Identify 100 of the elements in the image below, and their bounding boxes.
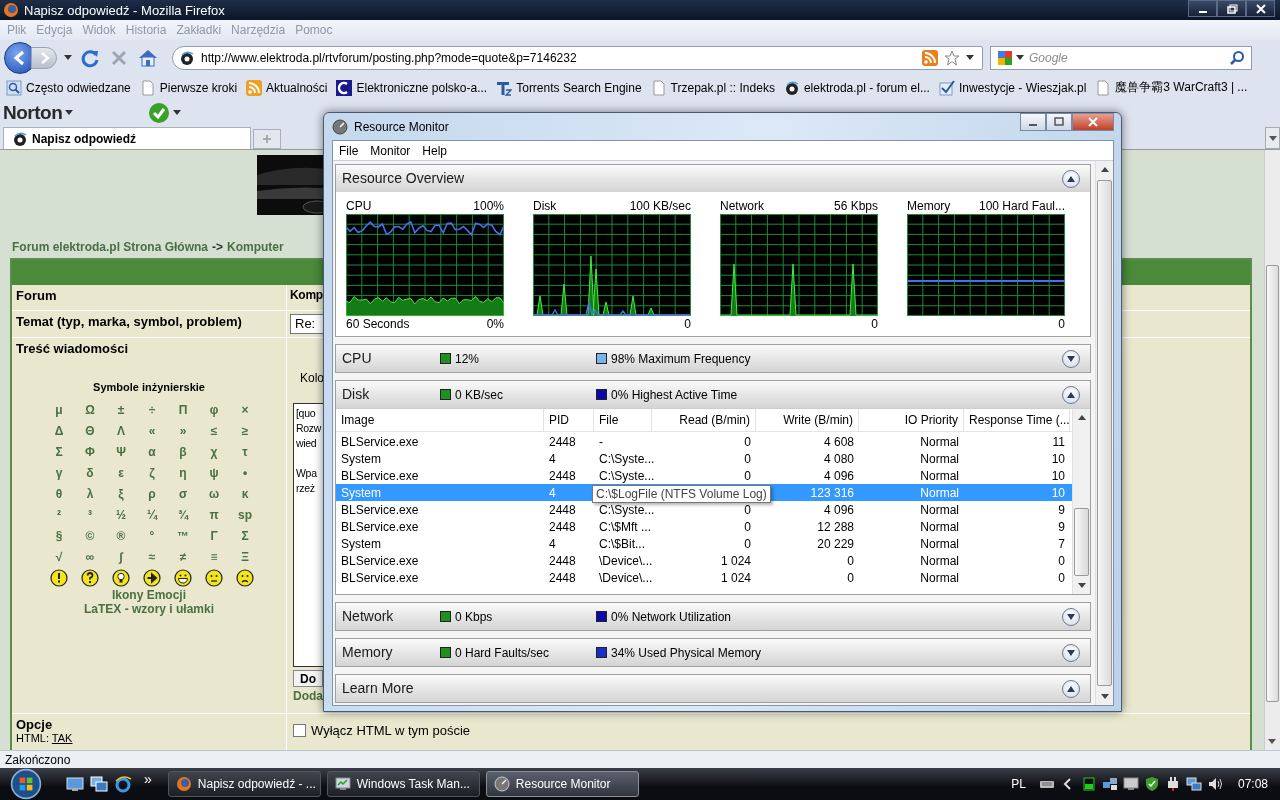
symbol-link[interactable]: ÷: [148, 402, 156, 417]
symbol-link[interactable]: ≡: [210, 549, 218, 564]
symbol-link[interactable]: ±: [117, 402, 125, 417]
column-header[interactable]: File: [594, 409, 652, 431]
minimize-button[interactable]: [1188, 0, 1217, 17]
clock[interactable]: 07:08: [1237, 777, 1268, 791]
scrollbar[interactable]: [1095, 161, 1113, 705]
scroll-up-icon[interactable]: [1100, 167, 1109, 172]
column-header[interactable]: Image: [336, 409, 544, 431]
menu-item[interactable]: Narzędzia: [226, 23, 291, 37]
symbol-link[interactable]: Ξ: [241, 549, 249, 564]
browser-tab[interactable]: Napisz odpowiedź: [3, 127, 251, 149]
symbol-link[interactable]: θ: [55, 486, 63, 501]
html-status-link[interactable]: TAK: [51, 732, 73, 744]
symbol-link[interactable]: ¾: [178, 507, 188, 522]
norton-logo[interactable]: Norton: [3, 101, 63, 124]
scroll-down-icon[interactable]: [1268, 739, 1276, 744]
search-input[interactable]: Google: [1027, 49, 1226, 66]
scrollbar[interactable]: [1072, 409, 1090, 594]
symbol-link[interactable]: δ: [86, 465, 94, 480]
symbol-link[interactable]: Γ: [210, 528, 218, 543]
add-link[interactable]: Doda: [293, 689, 323, 703]
column-header[interactable]: Read (B/min): [652, 409, 756, 431]
collapse-button[interactable]: [1062, 385, 1080, 404]
address-field[interactable]: http://www.elektroda.pl/rtvforum/posting.php?mode=quote&p=7146232: [172, 45, 983, 70]
bookmark[interactable]: Torrents Search Engine: [496, 79, 642, 96]
breadcrumb-link[interactable]: Forum elektroda.pl Strona Główna: [12, 240, 209, 254]
close-button[interactable]: [1246, 0, 1275, 17]
symbol-link[interactable]: γ: [55, 465, 63, 480]
symbol-link[interactable]: ψ: [209, 465, 219, 480]
symbol-link[interactable]: ω: [208, 486, 220, 501]
symbol-link[interactable]: Π: [178, 402, 188, 417]
section-header[interactable]: Learn More: [336, 675, 1090, 702]
scroll-down-icon[interactable]: [1100, 694, 1109, 699]
symbol-link[interactable]: ζ: [149, 465, 155, 480]
symbol-link[interactable]: §: [55, 528, 63, 543]
scroll-up-icon[interactable]: [1077, 415, 1086, 420]
exclamation-icon[interactable]: [50, 568, 68, 587]
symbol-link[interactable]: «: [148, 423, 156, 438]
search-bar[interactable]: Google: [990, 45, 1252, 70]
symbol-link[interactable]: Λ: [117, 423, 125, 438]
bookmark[interactable]: 魔兽争霸3 WarCraft3 | ...: [1095, 79, 1248, 96]
symbol-link[interactable]: Θ: [85, 423, 95, 438]
table-row[interactable]: BLService.exe 2448 C:\$Mft ... 0 12 288 Normal 9: [336, 518, 1072, 535]
symbol-link[interactable]: ²: [57, 507, 61, 522]
symbol-link[interactable]: ³: [88, 507, 92, 522]
table-row[interactable]: BLService.exe 2448 - 0 4 608 Normal 11: [336, 433, 1072, 450]
grin-icon[interactable]: [174, 568, 192, 587]
symbol-link[interactable]: ≠: [179, 549, 187, 564]
more-button[interactable]: »: [144, 771, 152, 787]
symbol-link[interactable]: σ: [178, 486, 188, 501]
symbol-link[interactable]: Ψ: [116, 444, 126, 459]
symbol-link[interactable]: α: [148, 444, 156, 459]
symbol-link[interactable]: ®: [116, 528, 126, 543]
section-header[interactable]: Disk 0 KB/sec 0% Highest Active Time: [336, 381, 1090, 408]
symbol-link[interactable]: ©: [85, 528, 95, 543]
symbol-link[interactable]: τ: [242, 444, 248, 459]
symbol-link[interactable]: Σ: [241, 528, 249, 543]
symbol-link[interactable]: Δ: [54, 423, 64, 438]
column-header[interactable]: Write (B/min): [756, 409, 859, 431]
desktop-icon[interactable]: [66, 775, 84, 793]
symbol-link[interactable]: ½: [116, 507, 126, 522]
help-link[interactable]: Ikony Emocji: [112, 588, 186, 602]
taskbar-button[interactable]: Napisz odpowiedź - ...: [167, 771, 321, 797]
menu-item[interactable]: Help: [416, 143, 454, 158]
symbol-link[interactable]: η: [179, 465, 187, 480]
bulb-icon[interactable]: [112, 568, 130, 587]
symbol-link[interactable]: ™: [177, 528, 189, 543]
table-row[interactable]: BLService.exe 2448 \Device\... 1 024 0 Normal 0: [336, 569, 1072, 586]
caret-icon[interactable]: [966, 55, 974, 60]
windows-switch-icon[interactable]: [90, 775, 108, 793]
engine-icon[interactable]: [997, 49, 1013, 66]
add-button[interactable]: Do: [293, 670, 323, 687]
symbol-link[interactable]: ≥: [241, 423, 249, 438]
symbol-link[interactable]: ξ: [118, 486, 124, 501]
subject-field[interactable]: Re:: [290, 314, 325, 334]
speaker-icon[interactable]: [1206, 776, 1223, 792]
table-row[interactable]: BLService.exe 2448 C:\Syste... 0 4 096 Normal 9: [336, 501, 1072, 518]
column-header[interactable]: IO Priority: [859, 409, 964, 431]
minimize-button[interactable]: [1020, 113, 1046, 131]
symbol-link[interactable]: κ: [241, 486, 249, 501]
language-indicator[interactable]: PL: [1011, 777, 1026, 791]
symbol-link[interactable]: ∞: [85, 549, 95, 564]
scroll-down-icon[interactable]: [1077, 583, 1086, 588]
computers-icon[interactable]: [1185, 776, 1202, 792]
scrollbar-thumb[interactable]: [1266, 265, 1279, 702]
table-row[interactable]: BLService.exe 2448 \Device\... 1 024 0 Normal 0: [336, 552, 1072, 569]
symbol-link[interactable]: °: [149, 528, 155, 543]
expand-button[interactable]: [1062, 643, 1080, 662]
menu-item[interactable]: Pomoc: [290, 23, 338, 37]
symbol-link[interactable]: ¼: [147, 507, 157, 522]
symbol-link[interactable]: Ω: [85, 402, 95, 417]
tab-list-button[interactable]: [1265, 127, 1280, 149]
bookmark[interactable]: elektroda.pl - forum el...: [783, 79, 930, 96]
collapse-button[interactable]: [1062, 169, 1080, 188]
bookmark[interactable]: Trzepak.pl :: Indeks: [650, 79, 775, 96]
caret-icon[interactable]: [1016, 55, 1024, 60]
checkbox[interactable]: [293, 724, 306, 737]
bookmark[interactable]: Często odwiedzane: [6, 79, 131, 96]
symbol-link[interactable]: ∫: [119, 549, 123, 564]
